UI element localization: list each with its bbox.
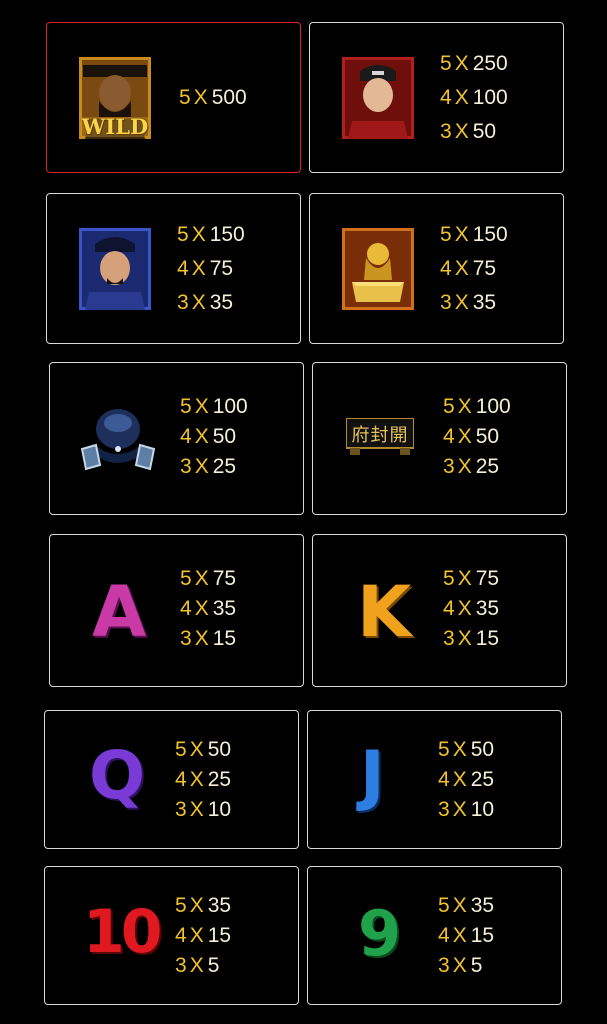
payout-row: 5 X 50	[438, 738, 495, 761]
paytable-card-official-hat[interactable]: 5 X 100 4 X 50 3 X 25	[49, 362, 304, 515]
payout-row: 3 X 15	[180, 627, 237, 650]
payout-row: 3 X 50	[440, 120, 497, 143]
payout-row: 5 X 75	[443, 567, 500, 590]
payout-row: 4 X 50	[443, 425, 500, 448]
judge-wild-icon: WILD	[79, 57, 151, 139]
paytable-card-letter-a[interactable]: A 5 X 75 4 X 35 3 X 15	[49, 534, 304, 687]
wild-label: WILD	[81, 114, 149, 139]
payout-row: 4 X 75	[440, 257, 497, 280]
payout-row: 5 X 150	[177, 223, 245, 246]
payout-row: 4 X 75	[177, 257, 234, 280]
paytable-card-letter-k[interactable]: K 5 X 75 4 X 35 3 X 15	[312, 534, 567, 687]
letter-a-icon: A	[92, 571, 147, 653]
payout-row: 5 X 100	[180, 395, 248, 418]
payout-list: 5 X 150 4 X 75 3 X 35	[440, 218, 508, 320]
number-9-icon: 9	[358, 897, 402, 970]
payout-list: 5 X 250 4 X 100 3 X 50	[440, 47, 508, 149]
payout-list: 5 X 50 4 X 25 3 X 10	[175, 735, 231, 825]
payout-row: 4 X 100	[440, 86, 508, 109]
paytable-card-kaifeng-plaque[interactable]: 府封開 5 X 100 4 X 50 3 X 25	[312, 362, 567, 515]
payout-list: 5 X 35 4 X 15 3X5	[175, 891, 231, 981]
payout-row: 3X5	[438, 954, 483, 977]
plaque-text: 府封開	[351, 425, 409, 446]
payout-row: 4 X 50	[180, 425, 237, 448]
payout-row: 5 X 150	[440, 223, 508, 246]
payout-row: 4 X 35	[180, 597, 237, 620]
payout-list: 5 X 35 4 X 15 3X5	[438, 891, 494, 981]
payout-row: 3 X 35	[177, 291, 234, 314]
paytable-card-letter-j[interactable]: J 5 X 50 4 X 25 3 X 10	[307, 710, 562, 849]
payout-row: 4 X 15	[438, 924, 495, 947]
payout-row: 3X5	[175, 954, 220, 977]
paytable-card-number-10[interactable]: 10 5 X 35 4 X 15 3X5	[44, 866, 299, 1005]
paytable-card-red-official[interactable]: 5 X 250 4 X 100 3 X 50	[309, 22, 564, 173]
blue-official-portrait-icon	[79, 228, 151, 310]
golden-seal-icon	[342, 228, 414, 310]
letter-j-icon: J	[360, 737, 385, 814]
payout-row: 5 X 500	[179, 86, 247, 109]
payout-list: 5 X 100 4 X 50 3 X 25	[180, 392, 248, 482]
paytable-card-wild-judge[interactable]: WILD 5 X 500	[46, 22, 301, 173]
payout-list: 5 X 75 4 X 35 3 X 15	[443, 564, 499, 654]
payout-list: 5 X 50 4 X 25 3 X 10	[438, 735, 494, 825]
payout-row: 5 X 250	[440, 52, 508, 75]
payout-row: 3 X 10	[175, 798, 232, 821]
payout-row: 5 X 35	[438, 894, 495, 917]
payout-list: 5 X 75 4 X 35 3 X 15	[180, 564, 236, 654]
payout-row: 3 X 25	[443, 455, 500, 478]
letter-q-icon: Q	[89, 737, 146, 814]
payout-row: 4 X 25	[438, 768, 495, 791]
payout-list: 5 X 500	[179, 81, 247, 115]
red-official-portrait-icon	[342, 57, 414, 139]
payout-row: 3 X 10	[438, 798, 495, 821]
payout-row: 5 X 35	[175, 894, 232, 917]
kaifeng-plaque-icon: 府封開	[346, 418, 414, 456]
payout-row: 4 X 25	[175, 768, 232, 791]
paytable-card-golden-seal[interactable]: 5 X 150 4 X 75 3 X 35	[309, 193, 564, 344]
payout-row: 3 X 15	[443, 627, 500, 650]
payout-row: 5 X 50	[175, 738, 232, 761]
payout-row: 3 X 35	[440, 291, 497, 314]
payout-list: 5 X 100 4 X 50 3 X 25	[443, 392, 511, 482]
paytable-card-blue-official[interactable]: 5 X 150 4 X 75 3 X 35	[46, 193, 301, 344]
paytable-card-number-9[interactable]: 9 5 X 35 4 X 15 3X5	[307, 866, 562, 1005]
payout-row: 5 X 75	[180, 567, 237, 590]
letter-k-icon: K	[357, 571, 412, 653]
payout-row: 3 X 25	[180, 455, 237, 478]
payout-row: 4 X 15	[175, 924, 232, 947]
paytable-card-letter-q[interactable]: Q 5 X 50 4 X 25 3 X 10	[44, 710, 299, 849]
number-10-icon: 10	[83, 897, 162, 967]
payout-list: 5 X 150 4 X 75 3 X 35	[177, 218, 245, 320]
official-hat-icon	[78, 403, 158, 479]
payout-row: 4 X 35	[443, 597, 500, 620]
payout-row: 5 X 100	[443, 395, 511, 418]
